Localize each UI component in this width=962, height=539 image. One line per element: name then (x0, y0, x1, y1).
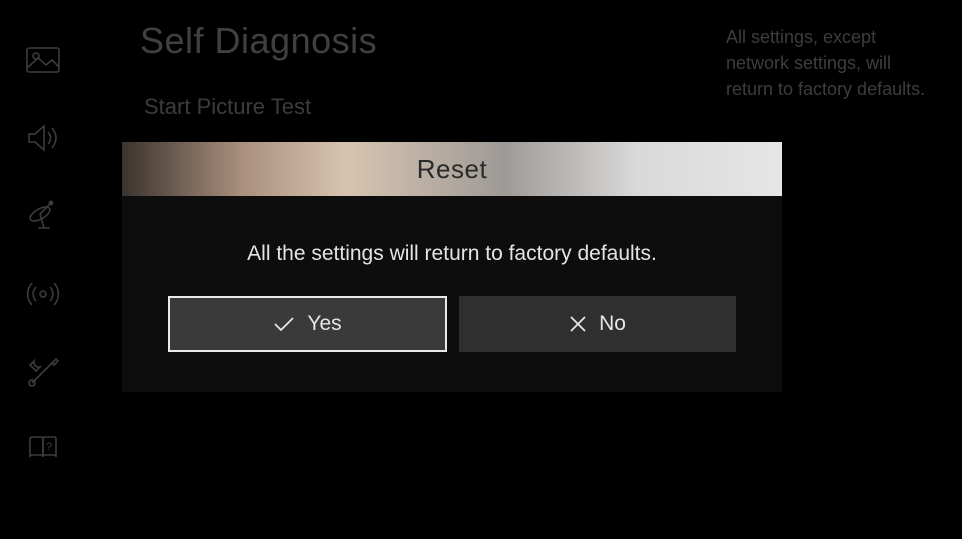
dialog-actions: Yes No (122, 296, 782, 392)
reset-confirm-dialog: Reset All the settings will return to fa… (122, 142, 782, 392)
menu-item-picture-test[interactable]: Start Picture Test (140, 84, 700, 130)
picture-icon[interactable] (23, 44, 63, 76)
no-button-label: No (599, 312, 626, 336)
satellite-icon[interactable] (23, 200, 63, 232)
help-icon[interactable]: ? (23, 434, 63, 466)
broadcast-icon[interactable] (23, 278, 63, 310)
check-icon (273, 316, 295, 332)
sound-icon[interactable] (23, 122, 63, 154)
no-button[interactable]: No (459, 296, 736, 352)
tools-icon[interactable] (23, 356, 63, 388)
setting-description: All settings, except network settings, w… (726, 24, 936, 102)
page-title: Self Diagnosis (140, 20, 700, 62)
yes-button[interactable]: Yes (168, 296, 447, 352)
dialog-title: Reset (122, 142, 782, 196)
close-icon (569, 315, 587, 333)
svg-text:?: ? (46, 441, 52, 453)
dialog-message: All the settings will return to factory … (122, 196, 782, 296)
yes-button-label: Yes (307, 312, 341, 336)
sidebar: ? (0, 0, 86, 539)
